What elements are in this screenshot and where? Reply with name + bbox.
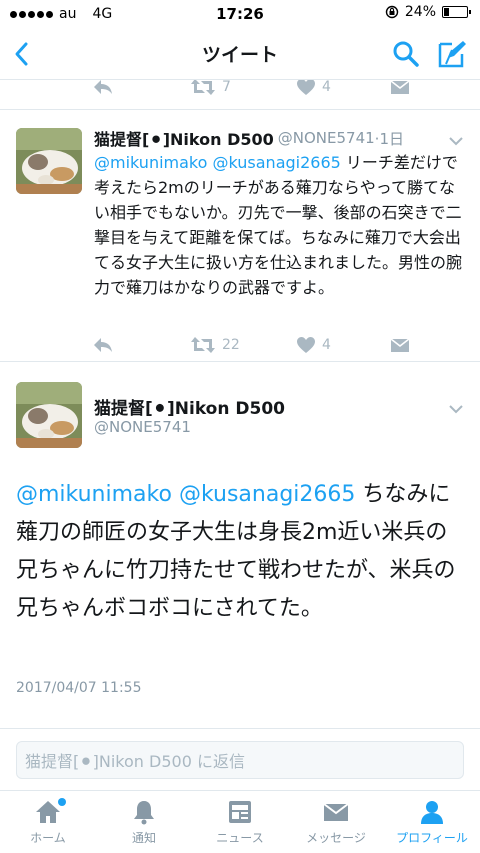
profile-icon	[421, 801, 443, 824]
envelope-icon	[323, 803, 349, 821]
like-button[interactable]: 4	[296, 332, 331, 358]
focal-author-name[interactable]: 猫提督[⚫]Nikon D500	[94, 394, 285, 419]
retweet-button[interactable]: 22	[190, 332, 240, 358]
tweet-text: @mikunimako @kusanagi2665 リーチ差だけで考えたら2mの…	[94, 150, 468, 300]
reply-tweet[interactable]: 猫提督[⚫]Nikon D500 @NONE5741 ·1日 @mikunima…	[0, 110, 480, 362]
search-button[interactable]	[390, 38, 422, 70]
cat-avatar-icon	[16, 128, 82, 194]
author-handle: @NONE5741	[277, 129, 375, 147]
tab-profile[interactable]: プロフィール	[384, 791, 480, 853]
chevron-down-icon	[449, 137, 463, 146]
retweet-button[interactable]: 7	[190, 80, 231, 100]
mention-link[interactable]: @mikunimako	[16, 482, 172, 507]
tab-messages[interactable]: メッセージ	[288, 791, 384, 853]
mention-link[interactable]: @kusanagi2665	[213, 153, 341, 172]
retweet-count: 7	[222, 80, 231, 95]
tab-label: ニュース	[216, 831, 264, 845]
tweet-time: ·1日	[374, 129, 404, 148]
like-button[interactable]: 4	[296, 80, 331, 100]
compose-icon	[438, 41, 466, 68]
tab-home[interactable]: ホーム	[0, 791, 96, 853]
tweet-menu-button[interactable]	[448, 132, 464, 146]
avatar[interactable]	[16, 128, 82, 194]
focal-author-handle[interactable]: @NONE5741	[94, 418, 191, 436]
tab-news[interactable]: ニュース	[192, 791, 288, 853]
focal-tweet-text: @mikunimako @kusanagi2665 ちなみに薙刀の師匠の女子大生…	[16, 476, 466, 628]
chevron-down-icon	[449, 405, 463, 414]
mention-link[interactable]: @mikunimako	[94, 153, 207, 172]
retweet-icon	[191, 80, 215, 95]
tab-bar: ホーム 通知 ニュース メッセージ プロフィール	[0, 790, 480, 853]
reply-button[interactable]	[92, 80, 114, 100]
search-icon	[393, 41, 419, 67]
retweet-count: 22	[222, 337, 240, 353]
compose-button[interactable]	[436, 38, 468, 70]
retweet-icon	[191, 337, 215, 353]
previous-tweet-actions: 7 4	[0, 80, 480, 110]
heart-icon	[297, 337, 315, 353]
cat-avatar-icon	[16, 382, 82, 448]
like-count: 4	[322, 80, 331, 95]
heart-icon	[297, 80, 315, 95]
avatar[interactable]	[16, 382, 82, 448]
battery-icon	[442, 6, 471, 18]
tweet-author[interactable]: 猫提督[⚫]Nikon D500 @NONE5741 ·1日	[94, 126, 404, 150]
tweet-menu-button[interactable]	[448, 400, 464, 414]
reply-input[interactable]: 猫提督[⚫]Nikon D500 に返信	[16, 741, 464, 779]
reply-bar: 猫提督[⚫]Nikon D500 に返信	[0, 728, 480, 790]
reply-button[interactable]	[92, 332, 114, 358]
reply-icon	[94, 338, 112, 352]
tab-label: メッセージ	[306, 831, 366, 845]
like-count: 4	[322, 337, 331, 353]
status-bar: au 4G 17:26 24%	[0, 0, 480, 28]
tab-label: 通知	[131, 831, 156, 845]
tweet-timestamp: 2017/04/07 11:55	[16, 680, 142, 696]
author-name: 猫提督[⚫]Nikon D500	[94, 130, 274, 149]
rotation-lock-icon	[385, 5, 399, 19]
mention-link[interactable]: @kusanagi2665	[179, 482, 355, 507]
news-icon	[229, 801, 251, 823]
tab-notifications[interactable]: 通知	[96, 791, 192, 853]
status-right: 24%	[385, 4, 471, 20]
nav-bar: ツイート	[0, 28, 480, 80]
envelope-icon	[390, 80, 410, 94]
tweet-body: リーチ差だけで考えたら2mのリーチがある薙刀ならやって勝てない相手でもないか。刃…	[94, 153, 463, 297]
bell-icon	[134, 801, 154, 825]
tab-label: ホーム	[30, 831, 66, 845]
dm-button[interactable]	[390, 332, 410, 358]
tab-label: プロフィール	[396, 831, 468, 845]
notification-dot	[58, 798, 66, 806]
dm-button[interactable]	[390, 80, 410, 100]
reply-icon	[94, 80, 112, 94]
battery-percent: 24%	[404, 4, 436, 20]
envelope-icon	[390, 338, 410, 352]
